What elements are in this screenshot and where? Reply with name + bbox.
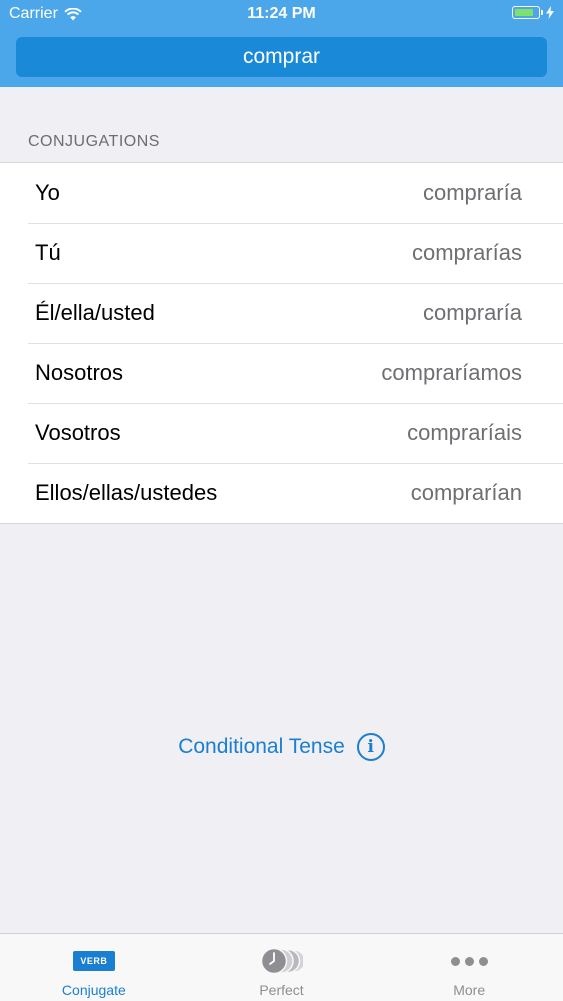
conjugation-row[interactable]: Yo compraría	[0, 163, 563, 223]
status-time: 11:24 PM	[247, 5, 316, 22]
tab-label: More	[453, 982, 486, 998]
tab-bar: VERB Conjugate Perfect More	[0, 933, 563, 1001]
status-bar: Carrier 11:24 PM	[0, 0, 563, 30]
conjugation-row[interactable]: Él/ella/usted compraría	[0, 283, 563, 343]
info-icon[interactable]: i	[356, 733, 385, 761]
status-right	[512, 6, 554, 19]
pronoun-label: Tú	[35, 240, 61, 265]
tab-perfect[interactable]: Perfect	[188, 934, 376, 1001]
tense-label[interactable]: Conditional Tense	[178, 735, 345, 759]
pronoun-label: Él/ella/usted	[35, 300, 155, 325]
pronoun-label: Yo	[35, 180, 60, 205]
conjugated-form: comprarías	[411, 240, 522, 265]
battery-icon	[512, 6, 543, 19]
tab-label: Conjugate	[61, 982, 126, 998]
conjugation-table: Yo compraría Tú comprarías Él/ella/usted…	[0, 162, 563, 524]
conjugated-form: comprarían	[410, 480, 522, 505]
pronoun-label: Nosotros	[35, 360, 124, 385]
pronoun-label: Ellos/ellas/ustedes	[35, 480, 218, 505]
section-header: CONJUGATIONS	[28, 133, 160, 150]
navigation-header: Carrier 11:24 PM	[0, 0, 563, 87]
more-dots-icon	[450, 956, 488, 966]
tab-label: Perfect	[259, 982, 304, 998]
tab-more[interactable]: More	[375, 934, 563, 1001]
conjugation-row[interactable]: Vosotros compraríais	[0, 403, 563, 463]
pronoun-label: Vosotros	[35, 420, 121, 445]
tense-info-link[interactable]: Conditional Tense i	[0, 733, 563, 761]
conjugation-row[interactable]: Nosotros compraríamos	[0, 343, 563, 403]
conjugated-form: compraríamos	[381, 360, 522, 385]
conjugated-form: compraría	[422, 300, 522, 325]
clock-stack-icon	[260, 947, 303, 975]
tab-conjugate[interactable]: VERB Conjugate	[0, 934, 188, 1001]
conjugated-form: compraría	[422, 180, 522, 205]
conjugation-row[interactable]: Tú comprarías	[0, 223, 563, 283]
verb-input[interactable]	[16, 37, 547, 77]
conjugation-row[interactable]: Ellos/ellas/ustedes comprarían	[0, 463, 563, 523]
verb-icon: VERB	[72, 951, 115, 971]
charging-bolt-icon	[546, 6, 554, 19]
conjugated-form: compraríais	[407, 420, 522, 445]
